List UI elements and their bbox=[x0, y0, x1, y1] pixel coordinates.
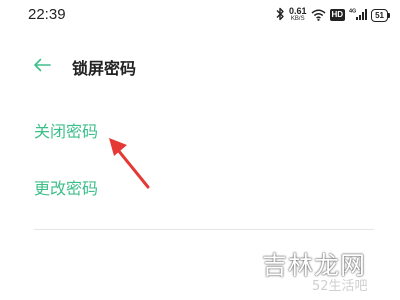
change-password-item[interactable]: 更改密码 bbox=[34, 175, 98, 199]
phone-screen: 22:39 0.61 KB/S HD 4G 51 锁屏密码 关闭密码 更改密码 … bbox=[0, 0, 400, 300]
divider bbox=[34, 229, 374, 230]
hd-icon: HD bbox=[329, 9, 346, 21]
signal-4g-icon: 4G bbox=[349, 6, 368, 25]
status-time: 22:39 bbox=[28, 6, 66, 23]
status-bar: 22:39 0.61 KB/S HD 4G 51 bbox=[0, 0, 400, 30]
battery-level: 51 bbox=[371, 8, 388, 22]
battery-tip bbox=[388, 12, 390, 18]
watermark-sub: 52生活吧 bbox=[312, 279, 368, 294]
wifi-icon bbox=[311, 6, 326, 25]
bluetooth-icon bbox=[275, 6, 285, 25]
status-icons: 0.61 KB/S HD 4G 51 bbox=[275, 6, 390, 24]
watermark: 吉林龙网 52生活吧 bbox=[262, 246, 394, 296]
network-speed: 0.61 KB/S bbox=[289, 7, 307, 23]
red-arrow-icon bbox=[109, 138, 150, 189]
back-button[interactable] bbox=[28, 52, 56, 80]
page-title: 锁屏密码 bbox=[72, 59, 137, 78]
close-password-item[interactable]: 关闭密码 bbox=[34, 118, 98, 142]
battery-icon: 51 bbox=[371, 8, 390, 22]
arrow-left-icon bbox=[33, 57, 51, 76]
svg-text:4G: 4G bbox=[349, 8, 356, 14]
network-speed-unit: KB/S bbox=[290, 16, 305, 22]
network-speed-value: 0.61 bbox=[289, 6, 307, 16]
